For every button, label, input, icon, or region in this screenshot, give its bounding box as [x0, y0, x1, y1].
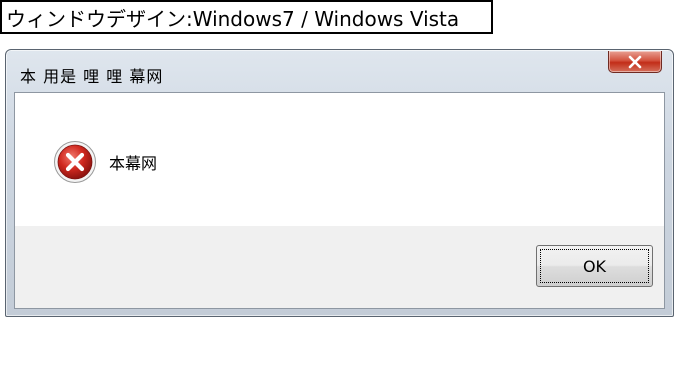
title-bar[interactable]: 本 用是 哩 哩 幕网 [6, 50, 673, 92]
close-button[interactable] [608, 51, 662, 73]
page: ウィンドウデザイン:Windows7 / Windows Vista 本 用是 … [0, 0, 680, 368]
caption-label: ウィンドウデザイン:Windows7 / Windows Vista [0, 0, 493, 34]
ok-button[interactable]: OK [536, 245, 653, 287]
dialog-client-area: 本幕网 OK [14, 92, 665, 309]
button-bar: OK [15, 226, 664, 308]
close-icon [628, 55, 642, 68]
error-icon [54, 141, 96, 183]
window-title: 本 用是 哩 哩 幕网 [20, 67, 164, 86]
message-area: 本幕网 [15, 93, 664, 226]
caption-text: ウィンドウデザイン:Windows7 / Windows Vista [6, 6, 460, 31]
message-text: 本幕网 [109, 154, 158, 173]
dialog-window: 本 用是 哩 哩 幕网 本幕网 OK [5, 49, 674, 317]
